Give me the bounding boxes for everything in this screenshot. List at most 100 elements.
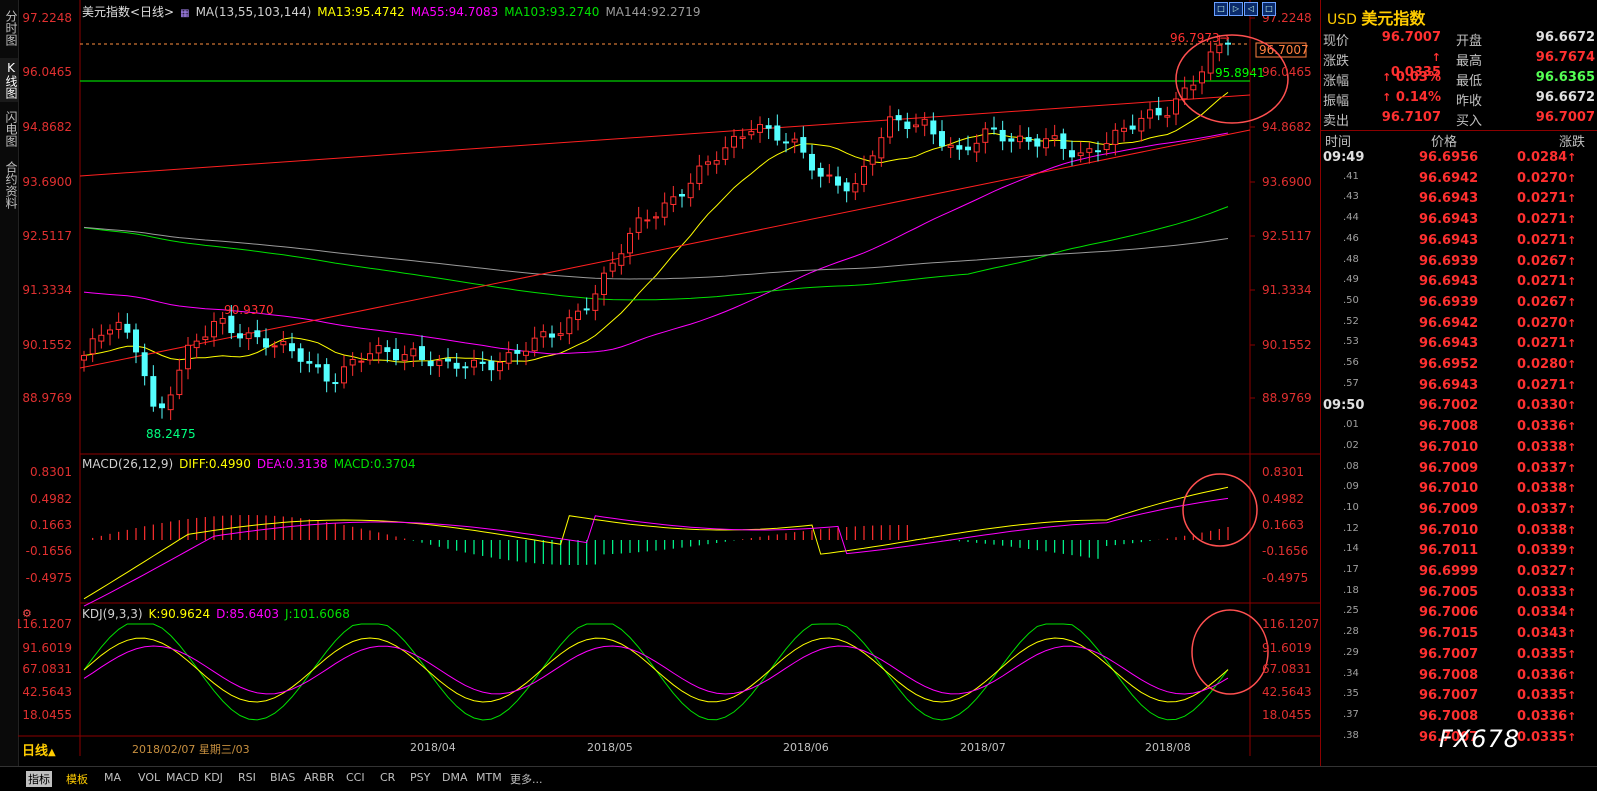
quote-header: USD 美元指数 [1327, 5, 1425, 29]
candle-body [1129, 125, 1136, 130]
candle-body [627, 232, 633, 254]
candle-body [557, 333, 564, 336]
candle-body [497, 361, 503, 372]
candle-body [809, 153, 815, 171]
tick-time: .17 [1343, 564, 1359, 575]
macd-axis-label-right: 0.1663 [1262, 518, 1304, 532]
highlight-circle [1182, 473, 1258, 547]
kdj-settings-icon[interactable]: ⚙ [22, 607, 32, 620]
tick-time: 09:50 [1323, 398, 1365, 414]
candle-body [228, 315, 235, 334]
indicator-tab[interactable]: PSY [410, 771, 430, 784]
watermark-logo: FX678 [1439, 725, 1521, 753]
indicator-tab[interactable]: MTM [476, 771, 502, 784]
tab-time-chart[interactable]: 分时图 [0, 6, 18, 50]
zoom-in-button[interactable]: □ [1214, 2, 1228, 16]
tick-row: .52 96.6942 0.0270↑ [1321, 316, 1597, 336]
up-arrow-icon: ↑ [1567, 606, 1577, 620]
up-arrow-icon: ↑ [1431, 51, 1441, 64]
resistance-trendline [79, 94, 1251, 177]
indicator-tab[interactable]: MA [104, 771, 121, 784]
candle-body [982, 128, 989, 143]
candle-body [791, 138, 798, 143]
tick-row: .50 96.6939 0.0267↑ [1321, 295, 1597, 315]
indicator-tab[interactable]: 模板 [66, 771, 88, 787]
candle-body [81, 354, 87, 361]
tab-kline-chart[interactable]: K线图 [0, 58, 18, 102]
up-arrow-icon: ↑ [1567, 171, 1577, 185]
macd-axis-label-left: -0.1656 [26, 544, 72, 558]
tick-change: 0.0336↑ [1517, 708, 1577, 724]
play-button[interactable]: ▷ [1229, 2, 1243, 16]
candle-body [1138, 117, 1145, 132]
macd-value: MACD:0.3704 [333, 457, 416, 471]
back-button[interactable]: ◁ [1244, 2, 1258, 16]
candle-body [635, 217, 642, 233]
candle-body [427, 360, 434, 367]
tick-time: .34 [1343, 667, 1359, 679]
indicator-tab[interactable]: 更多... [510, 771, 543, 787]
tick-change: 0.0337↑ [1517, 460, 1577, 476]
tick-row: .46 96.6943 0.0271↑ [1321, 233, 1597, 253]
tick-row: 09:49 96.6956 0.0284↑ [1321, 150, 1597, 170]
tick-price: 96.7008 [1419, 667, 1479, 683]
tick-row: .10 96.7009 0.0337↑ [1321, 502, 1597, 522]
indicator-tab[interactable]: DMA [442, 771, 468, 784]
indicator-tab[interactable]: KDJ [204, 771, 223, 784]
indicator-tab[interactable]: RSI [238, 771, 256, 784]
kline-chart[interactable]: 96.7973→95.894188.247590.937096.7007 97.… [18, 0, 1320, 766]
up-arrow-icon: ↑ [1567, 709, 1577, 723]
tick-price: 96.7011 [1419, 543, 1479, 559]
candle-body [98, 334, 105, 342]
candle-body [878, 137, 885, 159]
candle-body [332, 382, 339, 385]
tick-price: 96.7007 [1419, 646, 1479, 662]
macd-axis-label-right: 0.4982 [1262, 492, 1304, 506]
candle-body [696, 165, 703, 184]
price-axis-label-left: 93.6900 [22, 175, 72, 189]
divider [1321, 130, 1597, 131]
price-axis-label-left: 92.5117 [22, 229, 72, 243]
up-arrow-icon: ↑ [1567, 730, 1577, 744]
tick-time: .09 [1343, 481, 1359, 493]
candle-body [670, 196, 677, 205]
tab-contract-info[interactable]: 合约资料 [0, 156, 18, 214]
tick-change: 0.0270↑ [1517, 315, 1577, 331]
window-button[interactable]: □ [1262, 2, 1276, 16]
tick-change: 0.0267↑ [1517, 294, 1577, 310]
ma-params: MA(13,55,103,144) [195, 5, 312, 19]
indicator-tab[interactable]: MACD [166, 771, 199, 784]
candle-body [159, 403, 165, 409]
candle-body [731, 135, 737, 148]
up-arrow-icon: ↑ [1567, 461, 1577, 475]
ma-settings-icon[interactable]: ▦ [180, 8, 189, 19]
indicator-tab[interactable]: ARBR [304, 771, 334, 784]
candle-body [1173, 98, 1179, 115]
candle-body [89, 338, 96, 355]
candle-body [1008, 138, 1015, 142]
indicator-tab[interactable]: CCI [346, 771, 365, 784]
candle-body [1207, 51, 1214, 74]
tab-flash-chart[interactable]: 闪电图 [0, 104, 18, 154]
indicator-tab[interactable]: CR [380, 771, 395, 784]
tick-change: 0.0338↑ [1517, 522, 1577, 538]
indicator-tab[interactable]: 指标 [26, 771, 52, 787]
indicator-tab[interactable]: BIAS [270, 771, 295, 784]
price-axis-label-left: 94.8682 [22, 120, 72, 134]
up-arrow-icon: ↑ [1382, 71, 1392, 84]
up-arrow-icon: ↑ [1567, 482, 1577, 496]
up-arrow-icon: ↑ [1567, 502, 1577, 516]
kdj-params: KDJ(9,3,3) [82, 607, 143, 621]
candle-body [826, 174, 833, 177]
candle-body [1034, 138, 1041, 147]
candle-body [289, 343, 295, 352]
candle-body [462, 366, 469, 369]
up-arrow-icon: ↑ [1567, 213, 1577, 227]
indicator-tab-bar: 指标 模板 MA VOL MACD KDJ RSI BIAS ARBR CCI CR PSY DMA MT… [0, 766, 1597, 791]
cursor-date-text: 2018/02/07 星期三 [132, 743, 232, 756]
indicator-tab[interactable]: VOL [138, 771, 160, 784]
price-axis-label-right: 96.0465 [1262, 65, 1312, 79]
period-label[interactable]: 日线▲ [22, 740, 56, 759]
col-time: 时间 [1325, 135, 1352, 150]
candle-body [505, 352, 512, 364]
